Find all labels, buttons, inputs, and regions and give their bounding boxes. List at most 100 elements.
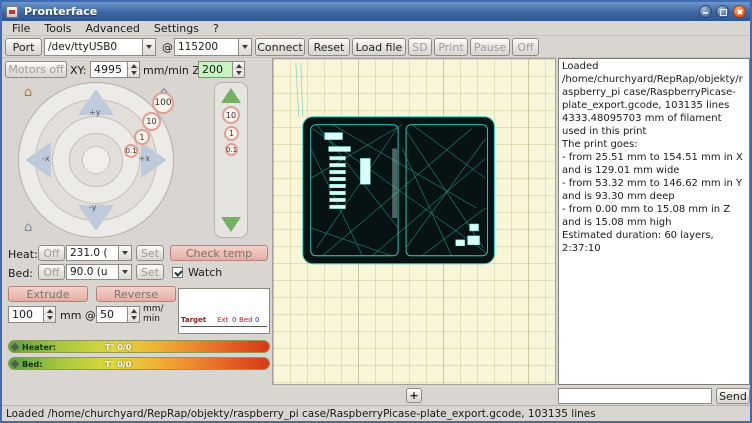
reset-button[interactable]: Reset <box>308 38 350 56</box>
bed-gauge-value: T° 0/0 <box>105 360 131 369</box>
off-button[interactable]: Off <box>512 38 539 56</box>
z-distance-0-1[interactable]: 0.1 <box>225 143 238 156</box>
send-button[interactable]: Send <box>716 388 750 404</box>
extrude-length-spinner[interactable]: 100 <box>8 306 56 323</box>
spin-down-button[interactable] <box>44 315 55 323</box>
spin-up-button[interactable] <box>128 62 139 70</box>
bed-label: Bed: <box>8 267 33 280</box>
graph-bed-label: Bed <box>239 316 253 324</box>
watch-label: Watch <box>188 266 222 279</box>
xy-feed-label: XY: <box>70 64 87 77</box>
jog-distance-100[interactable]: 100 <box>152 92 174 114</box>
extrude-unit-top: mm/ <box>143 304 164 314</box>
log-output[interactable]: Loaded /home/churchyard/RepRap/objekty/r… <box>558 58 750 385</box>
menu-item-help[interactable]: ? <box>206 22 226 35</box>
xy-jog-pad: +y -y -x +x 100 10 1 0.1 <box>18 82 174 238</box>
z-jog-strip: 10 1 0.1 <box>214 82 248 238</box>
z-distance-10[interactable]: 10 <box>222 106 240 124</box>
bed-temp-combobox[interactable]: 90.0 (u <box>66 264 132 280</box>
pause-button[interactable]: Pause <box>470 38 510 56</box>
menu-item-settings[interactable]: Settings <box>147 22 206 35</box>
jog-distance-10[interactable]: 10 <box>142 112 161 131</box>
baud-combobox[interactable]: 115200 <box>174 38 252 56</box>
xy-feedrate-value: 4995 <box>91 62 127 77</box>
menu-item-tools[interactable]: Tools <box>37 22 78 35</box>
z-distance-1[interactable]: 1 <box>224 126 239 141</box>
gcode-viewer[interactable] <box>272 58 556 385</box>
home-all-icon[interactable] <box>24 221 32 234</box>
chevron-down-icon[interactable] <box>142 39 155 55</box>
maximize-button[interactable] <box>716 5 729 18</box>
jog-y-plus-label: +y <box>89 108 100 117</box>
print-button[interactable]: Print <box>434 38 468 56</box>
baud-at-label: @ <box>162 41 173 54</box>
spin-down-button[interactable] <box>128 315 139 323</box>
extrude-button[interactable]: Extrude <box>8 286 88 302</box>
gauge-marker-icon <box>11 343 19 351</box>
heat-temp-combobox[interactable]: 231.0 ( <box>66 245 132 261</box>
xy-feedrate-spinner[interactable]: 4995 <box>90 61 140 78</box>
app-icon <box>6 6 18 18</box>
jog-y-minus-label: -y <box>89 203 96 212</box>
connect-button[interactable]: Connect <box>255 38 305 56</box>
jog-x-plus-label: +x <box>139 154 150 163</box>
graph-bed-value: 0 <box>255 316 259 324</box>
log-line: Loaded /home/churchyard/RepRap/objekty/r… <box>562 60 746 112</box>
watch-row[interactable]: Watch <box>172 266 222 279</box>
z-feedrate-spinner[interactable]: 200 <box>198 61 245 78</box>
heat-set-button[interactable]: Set <box>136 245 164 261</box>
load-file-button[interactable]: Load file <box>352 38 406 56</box>
log-line: - from 0.00 mm to 15.08 mm in Z and is 1… <box>562 203 746 229</box>
titlebar[interactable]: Pronterface <box>2 2 750 21</box>
heat-label: Heat: <box>8 248 38 261</box>
port-button[interactable]: Port <box>5 38 42 56</box>
z-plus-button[interactable] <box>221 88 241 103</box>
reverse-button[interactable]: Reverse <box>96 286 176 302</box>
temp-graph: Target Ext 0 Bed 0 <box>178 288 270 334</box>
log-line: Estimated duration: 60 layers, 2:37:10 <box>562 229 746 255</box>
heat-off-button[interactable]: Off <box>38 245 65 261</box>
minimize-button[interactable] <box>699 5 712 18</box>
sd-button[interactable]: SD <box>408 38 432 56</box>
graph-axis <box>181 326 267 327</box>
zoom-in-button[interactable]: + <box>406 388 422 403</box>
log-line: - from 53.32 mm to 146.62 mm in Y and is… <box>562 177 746 203</box>
spin-up-button[interactable] <box>44 307 55 315</box>
extrude-speed-spinner[interactable]: 50 <box>96 306 140 323</box>
graph-ext-label: Ext <box>217 316 228 324</box>
chevron-down-icon[interactable] <box>238 39 251 55</box>
motors-off-button[interactable]: Motors off <box>5 61 67 78</box>
menubar: File Tools Advanced Settings ? <box>2 21 750 36</box>
jog-x-minus-label: -x <box>42 154 50 163</box>
heater-gauge: Heater: T° 0/0 <box>8 340 270 353</box>
port-value: /dev/ttyUSB0 <box>45 39 142 55</box>
spin-up-button[interactable] <box>128 307 139 315</box>
heater-gauge-value: T° 0/0 <box>105 343 131 352</box>
chevron-down-icon[interactable] <box>118 246 131 260</box>
z-feedrate-value: 200 <box>199 62 232 77</box>
menu-item-file[interactable]: File <box>5 22 37 35</box>
watch-checkbox[interactable] <box>172 267 183 278</box>
bed-set-button[interactable]: Set <box>136 264 164 280</box>
statusbar-text: Loaded /home/churchyard/RepRap/objekty/r… <box>6 408 596 420</box>
heater-gauge-label: Heater: <box>22 343 56 352</box>
menu-item-advanced[interactable]: Advanced <box>79 22 147 35</box>
jog-distance-0-1[interactable]: 0.1 <box>124 144 138 158</box>
command-input[interactable] <box>558 388 712 404</box>
z-feed-label: mm/min Z: <box>143 64 204 77</box>
z-minus-button[interactable] <box>221 217 241 232</box>
port-combobox[interactable]: /dev/ttyUSB0 <box>44 38 156 56</box>
jog-distance-1[interactable]: 1 <box>134 129 150 145</box>
spin-down-button[interactable] <box>128 70 139 78</box>
spin-up-button[interactable] <box>233 62 244 70</box>
spin-down-button[interactable] <box>233 70 244 78</box>
home-x-icon[interactable] <box>24 86 32 99</box>
control-panel: Motors off XY: 4995 mm/min Z: 200 <box>2 58 272 405</box>
close-button[interactable] <box>733 5 746 18</box>
statusbar: Loaded /home/churchyard/RepRap/objekty/r… <box>2 405 750 421</box>
check-temp-button[interactable]: Check temp <box>170 245 268 261</box>
chevron-down-icon[interactable] <box>118 265 131 279</box>
gcode-preview <box>273 59 555 384</box>
bed-off-button[interactable]: Off <box>38 264 65 280</box>
log-line: 4333.48095703 mm of filament used in thi… <box>562 112 746 138</box>
